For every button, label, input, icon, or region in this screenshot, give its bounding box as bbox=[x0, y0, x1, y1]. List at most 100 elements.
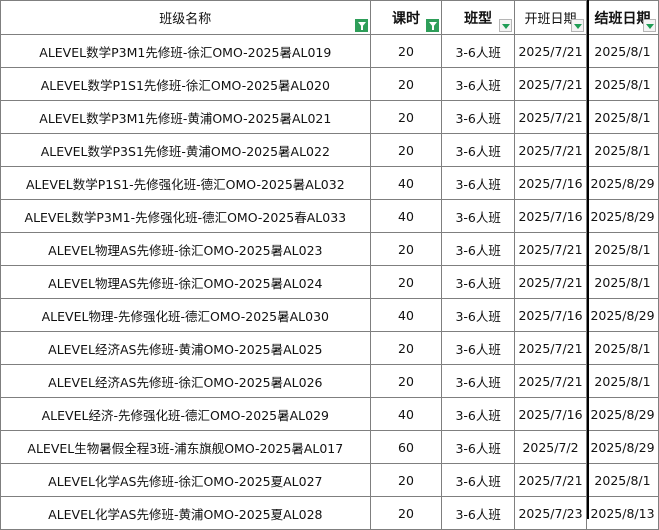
cell-hours[interactable]: 40 bbox=[369, 199, 443, 233]
cell-start-date[interactable]: 2025/7/16 bbox=[514, 298, 587, 332]
header-class-name[interactable]: 班级名称 bbox=[0, 0, 371, 35]
table-row[interactable]: ALEVEL化学AS先修班-徐汇OMO-2025夏AL027 20 3-6人班 202… bbox=[0, 463, 659, 497]
table-row[interactable]: ALEVEL数学P3M1先修班-徐汇OMO-2025暑AL019 20 3-6人班 2… bbox=[0, 34, 659, 68]
cell-hours[interactable]: 20 bbox=[369, 133, 443, 167]
table-row[interactable]: ALEVEL数学P3M1-先修强化班-德汇OMO-2025春AL033 40 3-6… bbox=[0, 199, 659, 233]
header-end-date[interactable]: 结班日期 bbox=[586, 0, 659, 35]
cell-end-date[interactable]: 2025/8/29 bbox=[586, 298, 659, 332]
cell-hours[interactable]: 20 bbox=[369, 463, 443, 497]
cell-class-type[interactable]: 3-6人班 bbox=[441, 364, 516, 398]
cell-end-date[interactable]: 2025/8/13 bbox=[586, 496, 659, 530]
cell-hours[interactable]: 20 bbox=[369, 331, 443, 365]
cell-end-date[interactable]: 2025/8/1 bbox=[586, 364, 659, 398]
cell-end-date[interactable]: 2025/8/29 bbox=[586, 199, 659, 233]
cell-class-type[interactable]: 3-6人班 bbox=[441, 34, 516, 68]
cell-class-name[interactable]: ALEVEL经济AS先修班-徐汇OMO-2025暑AL026 bbox=[0, 364, 371, 398]
table-row[interactable]: ALEVEL经济AS先修班-徐汇OMO-2025暑AL026 20 3-6人班 202… bbox=[0, 364, 659, 398]
cell-start-date[interactable]: 2025/7/16 bbox=[514, 199, 587, 233]
cell-class-name[interactable]: ALEVEL物理-先修强化班-德汇OMO-2025暑AL030 bbox=[0, 298, 371, 332]
cell-class-type[interactable]: 3-6人班 bbox=[441, 463, 516, 497]
cell-start-date[interactable]: 2025/7/16 bbox=[514, 166, 587, 200]
filter-dropdown-icon[interactable] bbox=[643, 19, 656, 32]
filter-dropdown-icon[interactable] bbox=[571, 19, 584, 32]
cell-hours[interactable]: 20 bbox=[369, 265, 443, 299]
header-class-type[interactable]: 班型 bbox=[441, 0, 516, 35]
cell-class-name[interactable]: ALEVEL物理AS先修班-徐汇OMO-2025暑AL023 bbox=[0, 232, 371, 266]
cell-start-date[interactable]: 2025/7/21 bbox=[514, 364, 587, 398]
cell-class-name[interactable]: ALEVEL数学P3M1先修班-徐汇OMO-2025暑AL019 bbox=[0, 34, 371, 68]
filter-active-icon[interactable] bbox=[354, 19, 368, 32]
cell-hours[interactable]: 20 bbox=[369, 34, 443, 68]
cell-class-type[interactable]: 3-6人班 bbox=[441, 133, 516, 167]
filter-active-icon[interactable] bbox=[426, 19, 440, 32]
cell-end-date[interactable]: 2025/8/29 bbox=[586, 397, 659, 431]
cell-start-date[interactable]: 2025/7/21 bbox=[514, 100, 587, 134]
cell-class-type[interactable]: 3-6人班 bbox=[441, 232, 516, 266]
cell-class-type[interactable]: 3-6人班 bbox=[441, 166, 516, 200]
cell-end-date[interactable]: 2025/8/1 bbox=[586, 232, 659, 266]
cell-start-date[interactable]: 2025/7/21 bbox=[514, 67, 587, 101]
cell-class-name[interactable]: ALEVEL经济-先修强化班-德汇OMO-2025暑AL029 bbox=[0, 397, 371, 431]
cell-start-date[interactable]: 2025/7/21 bbox=[514, 133, 587, 167]
cell-start-date[interactable]: 2025/7/21 bbox=[514, 331, 587, 365]
cell-class-name[interactable]: ALEVEL数学P1S1-先修强化班-德汇OMO-2025暑AL032 bbox=[0, 166, 371, 200]
cell-class-type[interactable]: 3-6人班 bbox=[441, 199, 516, 233]
header-hours[interactable]: 课时 bbox=[369, 0, 443, 35]
cell-class-name[interactable]: ALEVEL化学AS先修班-徐汇OMO-2025夏AL027 bbox=[0, 463, 371, 497]
table-row[interactable]: ALEVEL生物暑假全程3班-浦东旗舰OMO-2025暑AL017 60 3-6人班… bbox=[0, 430, 659, 464]
cell-hours[interactable]: 40 bbox=[369, 298, 443, 332]
cell-class-type[interactable]: 3-6人班 bbox=[441, 430, 516, 464]
filter-dropdown-icon[interactable] bbox=[499, 19, 513, 32]
table-row[interactable]: ALEVEL数学P3M1先修班-黄浦OMO-2025暑AL021 20 3-6人班 2… bbox=[0, 100, 659, 134]
table-row[interactable]: ALEVEL化学AS先修班-黄浦OMO-2025夏AL028 20 3-6人班 202… bbox=[0, 496, 659, 530]
cell-class-type[interactable]: 3-6人班 bbox=[441, 298, 516, 332]
cell-hours[interactable]: 40 bbox=[369, 397, 443, 431]
table-row[interactable]: ALEVEL经济AS先修班-黄浦OMO-2025暑AL025 20 3-6人班 202… bbox=[0, 331, 659, 365]
table-row[interactable]: ALEVEL数学P1S1先修班-徐汇OMO-2025暑AL020 20 3-6人班 2… bbox=[0, 67, 659, 101]
cell-class-name[interactable]: ALEVEL经济AS先修班-黄浦OMO-2025暑AL025 bbox=[0, 331, 371, 365]
cell-start-date[interactable]: 2025/7/23 bbox=[514, 496, 587, 530]
cell-start-date[interactable]: 2025/7/16 bbox=[514, 397, 587, 431]
cell-class-name[interactable]: ALEVEL化学AS先修班-黄浦OMO-2025夏AL028 bbox=[0, 496, 371, 530]
cell-class-name[interactable]: ALEVEL数学P3S1先修班-黄浦OMO-2025暑AL022 bbox=[0, 133, 371, 167]
cell-class-type[interactable]: 3-6人班 bbox=[441, 100, 516, 134]
cell-class-name[interactable]: ALEVEL数学P3M1先修班-黄浦OMO-2025暑AL021 bbox=[0, 100, 371, 134]
cell-class-name[interactable]: ALEVEL数学P3M1-先修强化班-德汇OMO-2025春AL033 bbox=[0, 199, 371, 233]
table-row[interactable]: ALEVEL数学P1S1-先修强化班-德汇OMO-2025暑AL032 40 3-6… bbox=[0, 166, 659, 200]
cell-end-date[interactable]: 2025/8/1 bbox=[586, 133, 659, 167]
cell-start-date[interactable]: 2025/7/2 bbox=[514, 430, 587, 464]
cell-end-date[interactable]: 2025/8/1 bbox=[586, 463, 659, 497]
cell-end-date[interactable]: 2025/8/1 bbox=[586, 100, 659, 134]
cell-end-date[interactable]: 2025/8/29 bbox=[586, 166, 659, 200]
cell-class-type[interactable]: 3-6人班 bbox=[441, 67, 516, 101]
cell-hours[interactable]: 20 bbox=[369, 100, 443, 134]
cell-hours[interactable]: 20 bbox=[369, 496, 443, 530]
cell-end-date[interactable]: 2025/8/1 bbox=[586, 265, 659, 299]
cell-hours[interactable]: 40 bbox=[369, 166, 443, 200]
cell-end-date[interactable]: 2025/8/1 bbox=[586, 331, 659, 365]
cell-hours[interactable]: 20 bbox=[369, 232, 443, 266]
table-row[interactable]: ALEVEL数学P3S1先修班-黄浦OMO-2025暑AL022 20 3-6人班 2… bbox=[0, 133, 659, 167]
cell-class-type[interactable]: 3-6人班 bbox=[441, 397, 516, 431]
table-row[interactable]: ALEVEL物理AS先修班-徐汇OMO-2025暑AL024 20 3-6人班 202… bbox=[0, 265, 659, 299]
cell-hours[interactable]: 20 bbox=[369, 364, 443, 398]
cell-end-date[interactable]: 2025/8/1 bbox=[586, 34, 659, 68]
cell-class-type[interactable]: 3-6人班 bbox=[441, 496, 516, 530]
table-row[interactable]: ALEVEL物理AS先修班-徐汇OMO-2025暑AL023 20 3-6人班 202… bbox=[0, 232, 659, 266]
cell-hours[interactable]: 20 bbox=[369, 67, 443, 101]
cell-class-name[interactable]: ALEVEL物理AS先修班-徐汇OMO-2025暑AL024 bbox=[0, 265, 371, 299]
cell-class-name[interactable]: ALEVEL生物暑假全程3班-浦东旗舰OMO-2025暑AL017 bbox=[0, 430, 371, 464]
cell-start-date[interactable]: 2025/7/21 bbox=[514, 265, 587, 299]
cell-start-date[interactable]: 2025/7/21 bbox=[514, 463, 587, 497]
cell-end-date[interactable]: 2025/8/1 bbox=[586, 67, 659, 101]
cell-hours[interactable]: 60 bbox=[369, 430, 443, 464]
header-start-date[interactable]: 开班日期 bbox=[514, 0, 587, 35]
cell-start-date[interactable]: 2025/7/21 bbox=[514, 34, 587, 68]
table-row[interactable]: ALEVEL经济-先修强化班-德汇OMO-2025暑AL029 40 3-6人班 20… bbox=[0, 397, 659, 431]
cell-start-date[interactable]: 2025/7/21 bbox=[514, 232, 587, 266]
cell-class-type[interactable]: 3-6人班 bbox=[441, 331, 516, 365]
cell-class-name[interactable]: ALEVEL数学P1S1先修班-徐汇OMO-2025暑AL020 bbox=[0, 67, 371, 101]
table-row[interactable]: ALEVEL物理-先修强化班-德汇OMO-2025暑AL030 40 3-6人班 20… bbox=[0, 298, 659, 332]
cell-class-type[interactable]: 3-6人班 bbox=[441, 265, 516, 299]
cell-end-date[interactable]: 2025/8/29 bbox=[586, 430, 659, 464]
